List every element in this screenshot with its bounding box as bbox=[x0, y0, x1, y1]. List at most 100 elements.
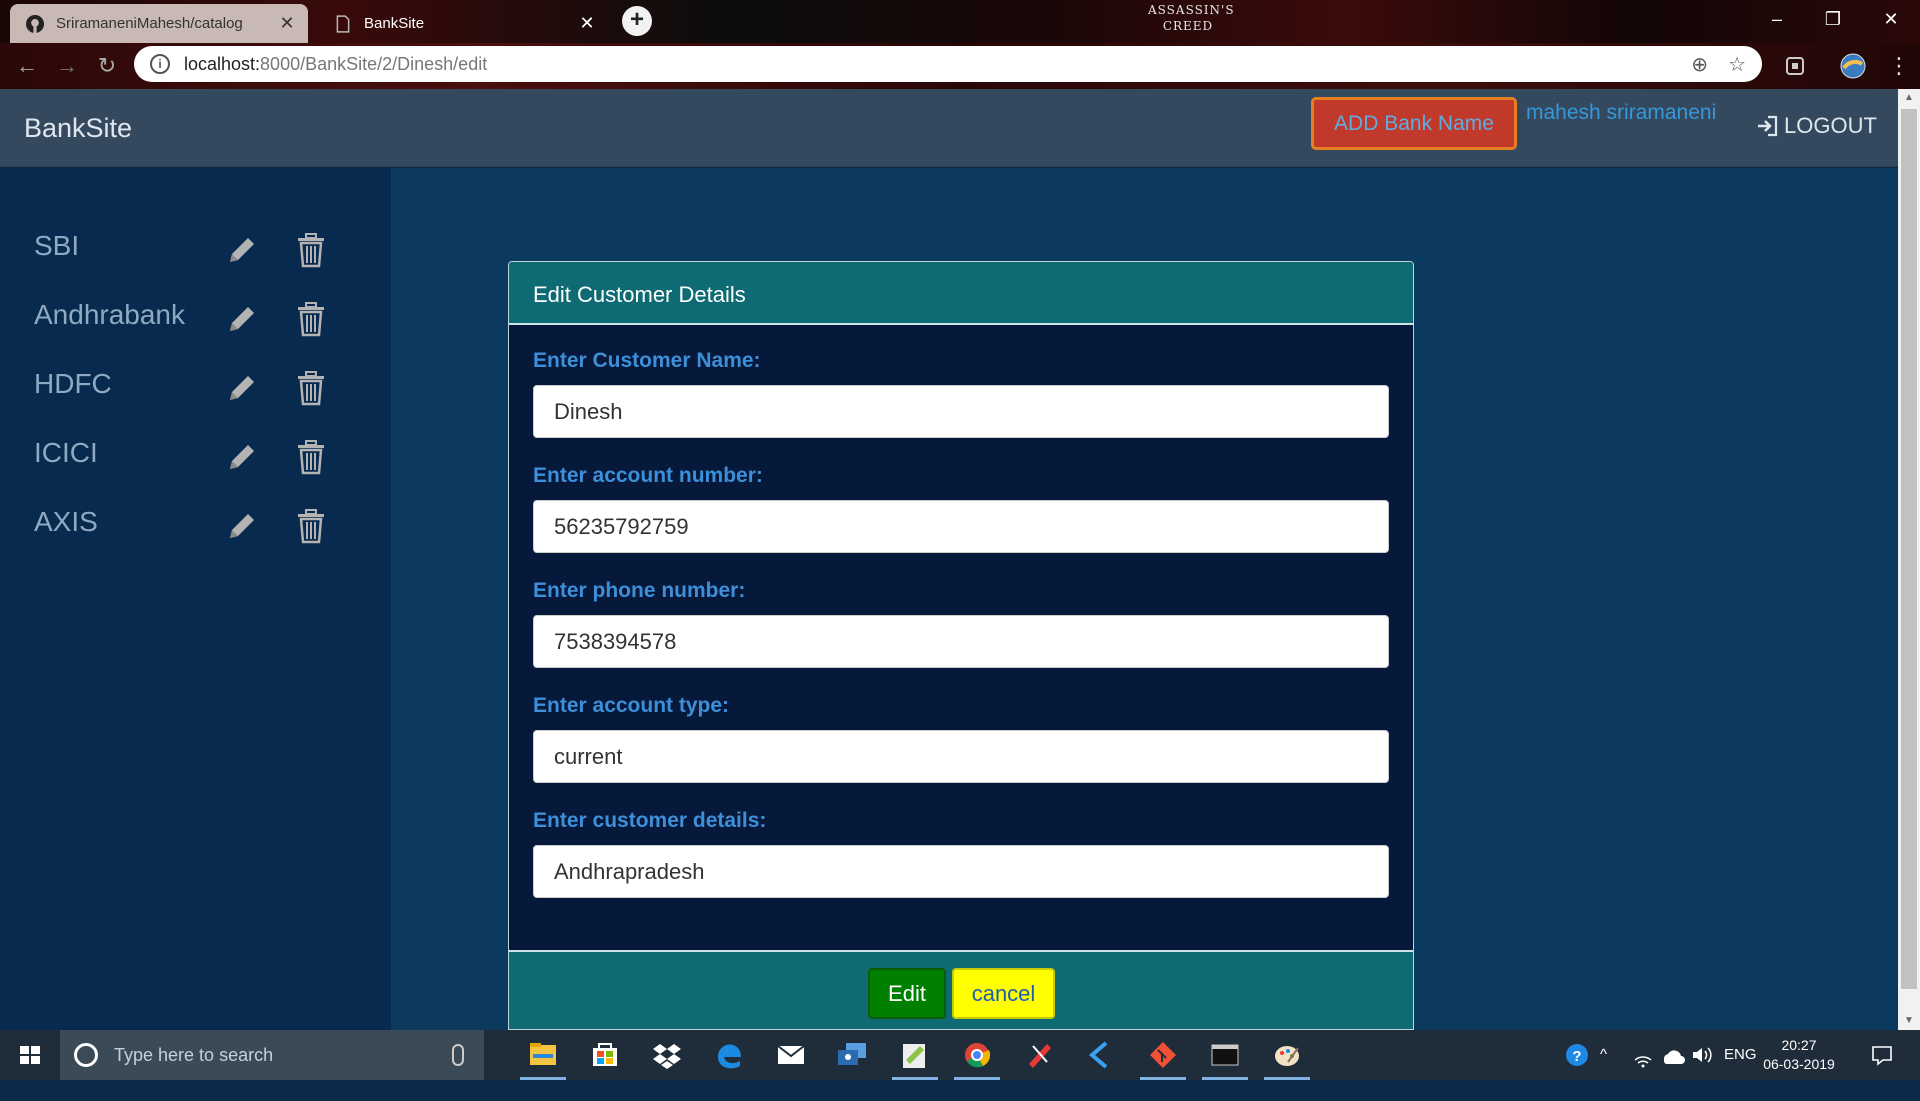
account-type-group: Enter account type: bbox=[533, 694, 1389, 783]
tray-chevron-icon[interactable]: ^ bbox=[1600, 1030, 1607, 1080]
cancel-button[interactable]: cancel bbox=[952, 968, 1055, 1019]
customer-name-input[interactable] bbox=[533, 385, 1389, 438]
chrome-icon[interactable] bbox=[948, 1030, 1006, 1080]
language-indicator[interactable]: ENG bbox=[1724, 1030, 1757, 1080]
phone-number-input[interactable] bbox=[533, 615, 1389, 668]
bank-name-link[interactable]: HDFC bbox=[34, 368, 112, 400]
customer-details-group: Enter customer details: bbox=[533, 809, 1389, 898]
pencil-icon[interactable] bbox=[226, 372, 258, 404]
brand-title[interactable]: BankSite bbox=[24, 113, 132, 144]
volume-icon[interactable] bbox=[1690, 1030, 1714, 1080]
account-number-label: Enter account number: bbox=[533, 464, 763, 487]
vscode-icon[interactable] bbox=[1072, 1030, 1130, 1080]
tab-close-icon[interactable]: ✕ bbox=[276, 13, 298, 34]
account-number-group: Enter account number: bbox=[533, 464, 1389, 553]
sidebar-item-andhrabank: Andhrabank bbox=[0, 299, 391, 349]
sidebar-bank-list: SBI Andhrabank HDFC ICICI AXIS bbox=[0, 168, 391, 1030]
browser-tabstrip: SriramaneniMahesh/catalog ✕ BankSite ✕ +… bbox=[0, 0, 1920, 43]
menu-icon[interactable]: ⋮ bbox=[1884, 51, 1914, 81]
account-type-input[interactable] bbox=[533, 730, 1389, 783]
acrobat-icon[interactable] bbox=[1010, 1030, 1068, 1080]
tab-github-catalog[interactable]: SriramaneniMahesh/catalog ✕ bbox=[10, 4, 308, 43]
tab-title: BankSite bbox=[364, 15, 425, 32]
tab-close-icon[interactable]: ✕ bbox=[576, 13, 598, 34]
remote-desktop-icon[interactable] bbox=[824, 1030, 882, 1080]
scroll-down-icon[interactable]: ▼ bbox=[1898, 1012, 1920, 1030]
bank-name-link[interactable]: Andhrabank bbox=[34, 299, 185, 331]
windows-taskbar: Type here to search ? ^ ENG 20:27 06-03-… bbox=[0, 1030, 1920, 1080]
store-icon[interactable] bbox=[576, 1030, 634, 1080]
pencil-icon[interactable] bbox=[226, 303, 258, 335]
file-explorer-icon[interactable] bbox=[514, 1030, 572, 1080]
phone-number-group: Enter phone number: bbox=[533, 579, 1389, 668]
address-bar[interactable]: i localhost: 8000/BankSite/2/Dinesh/edit … bbox=[134, 46, 1762, 82]
help-icon[interactable]: ? bbox=[1562, 1030, 1592, 1080]
minimize-icon[interactable]: – bbox=[1754, 0, 1800, 40]
customer-details-label: Enter customer details: bbox=[533, 809, 767, 832]
paint-icon[interactable] bbox=[1258, 1030, 1316, 1080]
taskbar-search[interactable]: Type here to search bbox=[60, 1030, 484, 1080]
trash-icon[interactable] bbox=[296, 370, 326, 406]
extension-icon[interactable] bbox=[1782, 53, 1808, 79]
logout-link[interactable]: LOGOUT bbox=[1756, 113, 1877, 139]
edit-submit-button[interactable]: Edit bbox=[868, 968, 946, 1019]
github-icon bbox=[26, 14, 44, 33]
mail-icon[interactable] bbox=[762, 1030, 820, 1080]
document-icon bbox=[336, 14, 350, 33]
trash-icon[interactable] bbox=[296, 439, 326, 475]
trash-icon[interactable] bbox=[296, 508, 326, 544]
url-host: localhost: bbox=[184, 53, 261, 74]
dropbox-icon[interactable] bbox=[638, 1030, 696, 1080]
tab-banksite[interactable]: BankSite ✕ bbox=[318, 4, 608, 43]
bank-name-link[interactable]: AXIS bbox=[34, 506, 98, 538]
info-icon[interactable]: i bbox=[150, 54, 170, 74]
edit-customer-panel: Edit Customer Details Enter Customer Nam… bbox=[508, 261, 1414, 1030]
bank-name-link[interactable]: ICICI bbox=[34, 437, 98, 469]
sidebar-item-hdfc: HDFC bbox=[0, 368, 391, 418]
taskbar-clock[interactable]: 20:27 06-03-2019 bbox=[1762, 1036, 1836, 1074]
tab-title: SriramaneniMahesh/catalog bbox=[56, 15, 243, 32]
clock-time: 20:27 bbox=[1781, 1037, 1817, 1053]
forward-icon[interactable]: → bbox=[52, 51, 82, 81]
add-bank-button[interactable]: ADD Bank Name bbox=[1311, 97, 1517, 150]
trash-icon[interactable] bbox=[296, 232, 326, 268]
pencil-icon[interactable] bbox=[226, 234, 258, 266]
zoom-icon[interactable]: ⊕ bbox=[1691, 52, 1708, 77]
scroll-up-icon[interactable]: ▲ bbox=[1898, 89, 1920, 107]
svg-text:?: ? bbox=[1572, 1048, 1581, 1065]
onedrive-icon[interactable] bbox=[1660, 1030, 1686, 1080]
edit-customer-form: Enter Customer Name: Enter account numbe… bbox=[509, 325, 1413, 898]
notifications-icon[interactable] bbox=[1868, 1030, 1896, 1080]
reload-icon[interactable]: ↻ bbox=[92, 51, 122, 81]
username-link[interactable]: mahesh sriramaneni bbox=[1526, 101, 1716, 125]
restore-icon[interactable]: ❐ bbox=[1810, 0, 1856, 40]
windows-start-icon[interactable] bbox=[0, 1030, 60, 1080]
login-icon bbox=[1758, 115, 1778, 137]
profile-avatar-icon[interactable] bbox=[1840, 53, 1866, 79]
phone-number-label: Enter phone number: bbox=[533, 579, 746, 602]
git-icon[interactable] bbox=[1134, 1030, 1192, 1080]
terminal-icon[interactable] bbox=[1196, 1030, 1254, 1080]
notepad-plus-icon[interactable] bbox=[886, 1030, 944, 1080]
theme-logo: ASSASSIN'S CREED bbox=[1148, 3, 1235, 33]
account-number-input[interactable] bbox=[533, 500, 1389, 553]
bookmark-star-icon[interactable]: ☆ bbox=[1728, 52, 1746, 77]
sidebar-item-sbi: SBI bbox=[0, 230, 391, 280]
account-type-label: Enter account type: bbox=[533, 694, 730, 717]
back-icon[interactable]: ← bbox=[12, 51, 42, 81]
page-scrollbar[interactable]: ▲ ▼ bbox=[1898, 89, 1920, 1030]
wifi-icon[interactable] bbox=[1632, 1030, 1654, 1080]
edge-icon[interactable] bbox=[700, 1030, 758, 1080]
close-window-icon[interactable]: ✕ bbox=[1868, 0, 1914, 40]
bank-name-link[interactable]: SBI bbox=[34, 230, 79, 262]
customer-details-input[interactable] bbox=[533, 845, 1389, 898]
trash-icon[interactable] bbox=[296, 301, 326, 337]
search-placeholder: Type here to search bbox=[114, 1044, 274, 1065]
scrollbar-thumb[interactable] bbox=[1901, 109, 1917, 989]
pencil-icon[interactable] bbox=[226, 441, 258, 473]
pencil-icon[interactable] bbox=[226, 510, 258, 542]
app-navbar: BankSite ADD Bank Name mahesh sriramanen… bbox=[0, 89, 1898, 167]
microphone-icon[interactable] bbox=[452, 1044, 464, 1066]
panel-title: Edit Customer Details bbox=[509, 262, 1413, 325]
new-tab-button[interactable]: + bbox=[622, 6, 652, 36]
